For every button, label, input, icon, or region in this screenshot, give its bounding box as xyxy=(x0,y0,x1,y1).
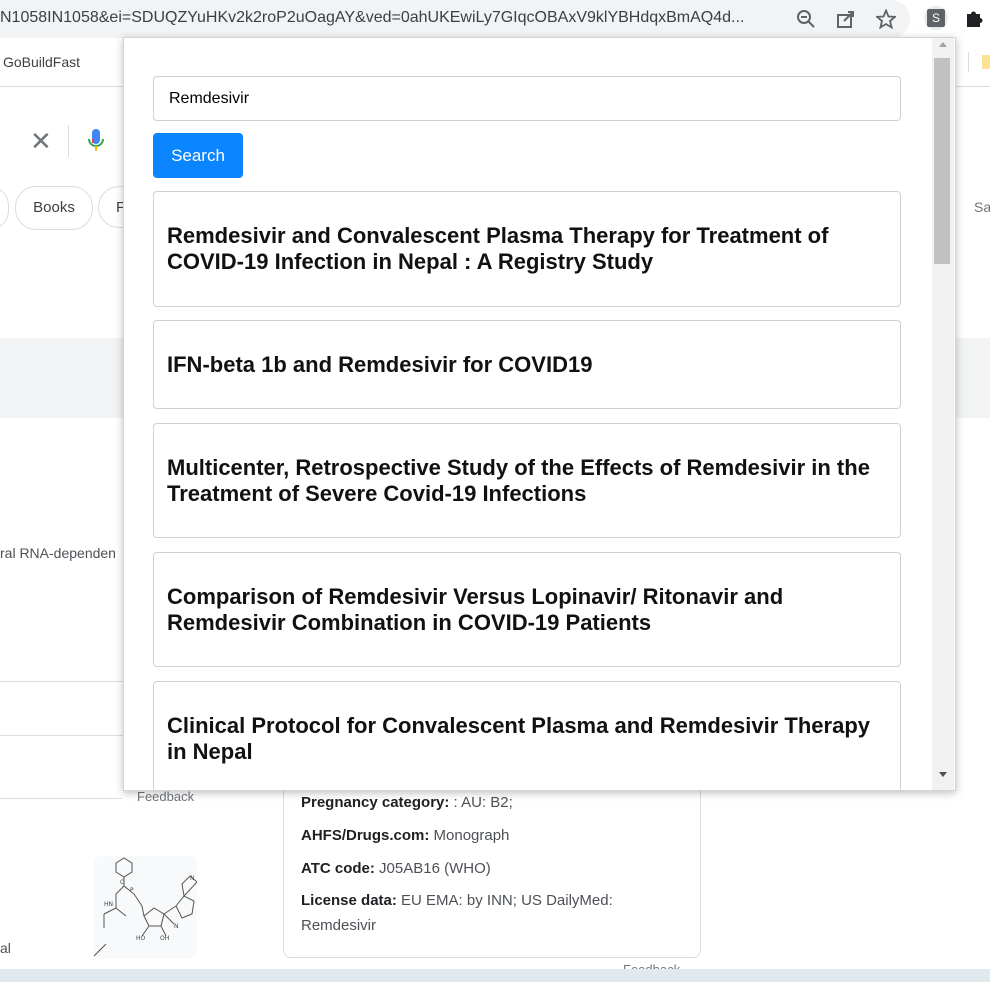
svg-text:N: N xyxy=(174,923,179,930)
result-title[interactable]: Clinical Protocol for Convalescent Plasm… xyxy=(167,713,887,765)
license-data-value[interactable]: EU EMA: by INN; US DailyMed: xyxy=(397,892,613,909)
scroll-down-arrow-icon[interactable] xyxy=(939,772,947,777)
result-title[interactable]: Comparison of Remdesivir Versus Lopinavi… xyxy=(167,584,887,636)
license-data-label: License data: xyxy=(301,892,397,909)
section-divider xyxy=(0,681,123,682)
atc-code-value[interactable]: J05AB16 (WHO) xyxy=(375,860,491,877)
popup-scrollbar[interactable] xyxy=(932,38,954,790)
extension-popup: Search Remdesivir and Convalescent Plasm… xyxy=(123,37,956,791)
svg-text:HN: HN xyxy=(104,901,113,908)
side-text-sa: Sa xyxy=(974,199,990,215)
star-icon[interactable] xyxy=(874,8,898,30)
result-item[interactable]: Multicenter, Retrospective Study of the … xyxy=(153,423,901,538)
svg-text:N: N xyxy=(190,875,195,882)
scroll-up-arrow-icon[interactable] xyxy=(939,42,947,47)
atc-code-row: ATC code: J05AB16 (WHO) xyxy=(301,860,491,877)
svg-text:OH: OH xyxy=(160,935,169,942)
url-text[interactable]: N1058IN1058&ei=SDUQZYuHKv2k2roP2uOagAY&v… xyxy=(0,9,780,27)
pregnancy-category-value[interactable]: : AU: B2; xyxy=(449,794,513,811)
ahfs-row: AHFS/Drugs.com: Monograph xyxy=(301,827,509,844)
pregnancy-category-row: Pregnancy category: : AU: B2; xyxy=(301,794,513,811)
pregnancy-category-label: Pregnancy category: xyxy=(301,794,450,811)
scrollbar-thumb[interactable] xyxy=(934,58,950,264)
search-divider xyxy=(68,125,69,157)
filter-chip-partial[interactable] xyxy=(0,186,9,230)
result-item[interactable]: IFN-beta 1b and Remdesivir for COVID19 xyxy=(153,320,901,409)
license-data-value-2[interactable]: Remdesivir xyxy=(301,917,376,934)
result-item[interactable]: Clinical Protocol for Convalescent Plasm… xyxy=(153,681,901,790)
taskbar xyxy=(0,969,990,982)
molecule-structure-image[interactable]: O P HN HO OH N N xyxy=(93,856,198,959)
puzzle-icon[interactable] xyxy=(964,7,986,35)
section-divider xyxy=(0,735,123,736)
feedback-link[interactable]: Feedback xyxy=(137,789,194,804)
description-snippet: ral RNA-dependen xyxy=(0,545,116,561)
svg-text:HO: HO xyxy=(136,935,146,942)
share-icon[interactable] xyxy=(836,9,856,29)
result-item[interactable]: Comparison of Remdesivir Versus Lopinavi… xyxy=(153,552,901,667)
filter-chip-books[interactable]: Books xyxy=(15,186,93,230)
bookmark-divider xyxy=(968,52,969,72)
section-divider xyxy=(0,798,122,799)
result-item[interactable]: Remdesivir and Convalescent Plasma Thera… xyxy=(153,191,901,307)
mic-icon[interactable] xyxy=(88,128,104,154)
license-data-row-cont: Remdesivir xyxy=(301,917,376,934)
ahfs-value-link[interactable]: Monograph xyxy=(429,827,510,844)
result-title[interactable]: Multicenter, Retrospective Study of the … xyxy=(167,455,887,507)
address-bar[interactable]: N1058IN1058&ei=SDUQZYuHKv2k2roP2uOagAY&v… xyxy=(0,0,910,38)
clear-search-icon[interactable]: ✕ xyxy=(30,128,52,154)
bookmark-folder-icon[interactable] xyxy=(982,55,990,69)
license-data-row: License data: EU EMA: by INN; US DailyMe… xyxy=(301,892,613,909)
extension-s-icon[interactable]: S xyxy=(927,9,945,27)
zoom-icon[interactable] xyxy=(796,9,816,29)
search-button[interactable]: Search xyxy=(153,133,243,178)
svg-text:O: O xyxy=(120,879,125,886)
result-title[interactable]: Remdesivir and Convalescent Plasma Thera… xyxy=(167,223,887,275)
search-input[interactable] xyxy=(153,76,901,121)
bookmark-gobuildfast[interactable]: GoBuildFast xyxy=(3,54,80,70)
atc-code-label: ATC code: xyxy=(301,860,375,877)
svg-text:P: P xyxy=(130,887,134,894)
ahfs-label: AHFS/Drugs.com: xyxy=(301,827,430,844)
partial-text: al xyxy=(0,940,11,956)
result-title[interactable]: IFN-beta 1b and Remdesivir for COVID19 xyxy=(167,352,592,378)
